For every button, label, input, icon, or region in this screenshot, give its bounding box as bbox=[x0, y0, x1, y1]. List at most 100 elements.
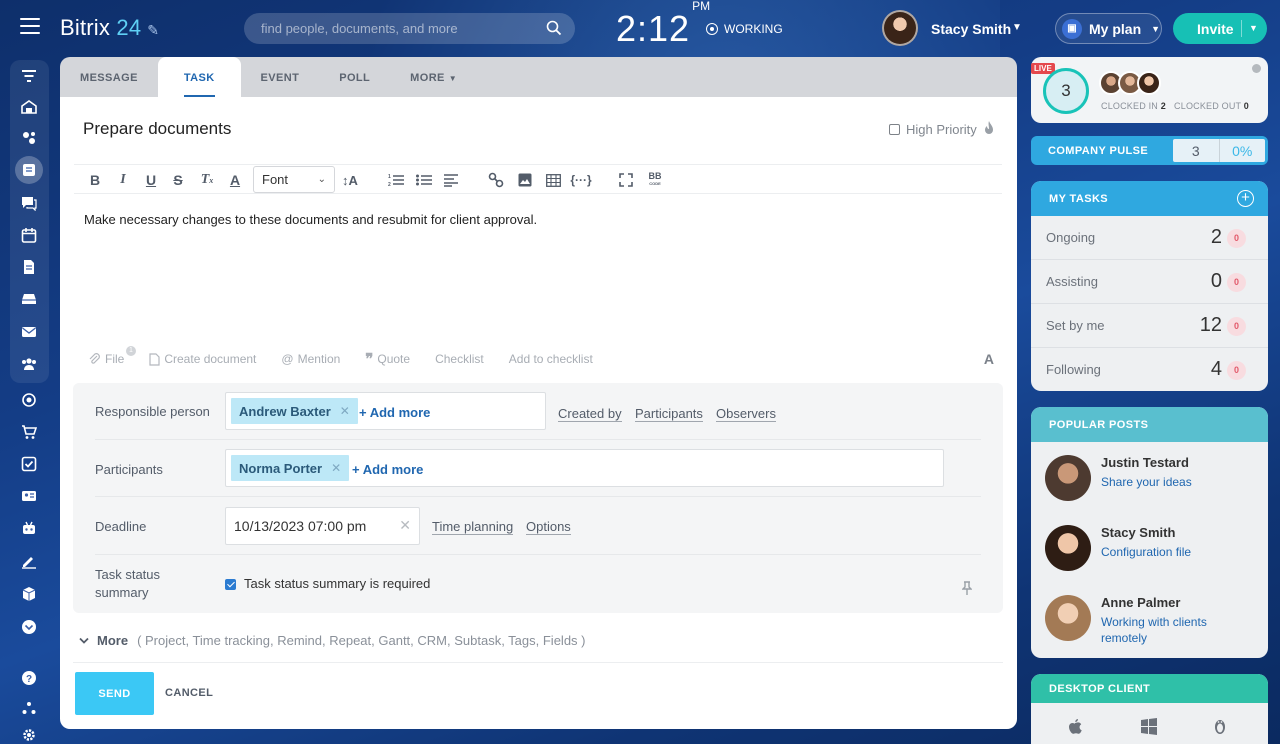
chevron-down-icon[interactable]: ▼ bbox=[1249, 23, 1258, 33]
align-icon[interactable] bbox=[443, 170, 461, 190]
image-icon[interactable] bbox=[516, 170, 534, 190]
nav-documents-icon[interactable] bbox=[19, 257, 39, 277]
employee-avatars[interactable] bbox=[1099, 71, 1161, 95]
text-color-icon[interactable]: A bbox=[228, 170, 242, 190]
strikethrough-icon[interactable]: S bbox=[171, 170, 185, 190]
user-name[interactable]: Stacy Smith bbox=[931, 21, 1011, 37]
nav-drive-icon[interactable] bbox=[19, 289, 39, 309]
high-priority-toggle[interactable]: High Priority bbox=[889, 121, 995, 138]
task-counter-row[interactable]: Assisting 0 0 bbox=[1031, 260, 1268, 304]
summary-checkbox-label[interactable]: Task status summary is required bbox=[244, 575, 430, 593]
deadline-input[interactable]: 10/13/2023 07:00 pm ✕ bbox=[225, 507, 420, 545]
font-size-icon[interactable]: ↕A bbox=[340, 170, 360, 190]
remove-icon[interactable]: ✕ bbox=[331, 461, 341, 475]
nav-robot-icon[interactable] bbox=[19, 518, 39, 538]
nav-goals-icon[interactable] bbox=[19, 390, 39, 410]
nav-feed-icon[interactable] bbox=[15, 156, 43, 184]
nav-tasks-icon[interactable] bbox=[19, 454, 39, 474]
created-by-link[interactable]: Created by bbox=[558, 406, 622, 422]
nav-inventory-icon[interactable] bbox=[19, 584, 39, 604]
bold-icon[interactable]: B bbox=[88, 170, 102, 190]
italic-icon[interactable]: I bbox=[116, 170, 130, 190]
nav-calendar-icon[interactable] bbox=[19, 225, 39, 245]
nav-mail-icon[interactable] bbox=[19, 322, 39, 342]
user-avatar[interactable] bbox=[882, 10, 918, 46]
task-counter-row[interactable]: Following 4 0 bbox=[1031, 348, 1268, 391]
summary-checkbox[interactable] bbox=[225, 579, 236, 590]
add-to-checklist-button[interactable]: Add to checklist bbox=[509, 352, 593, 366]
menu-icon[interactable] bbox=[20, 18, 40, 38]
nav-chat-icon[interactable] bbox=[19, 193, 39, 213]
pin-icon[interactable] bbox=[962, 581, 972, 595]
my-tasks-title[interactable]: MY TASKS bbox=[1049, 193, 1108, 205]
post-title-link[interactable]: Configuration file bbox=[1101, 544, 1241, 560]
table-icon[interactable] bbox=[544, 170, 562, 190]
nav-structure-icon[interactable] bbox=[19, 698, 39, 718]
observers-link[interactable]: Observers bbox=[716, 406, 776, 422]
bullet-list-icon[interactable] bbox=[415, 170, 433, 190]
create-document-button[interactable]: Create document bbox=[149, 352, 256, 366]
quote-button[interactable]: ❞ Quote bbox=[365, 350, 410, 368]
chevron-down-icon[interactable]: ▼ bbox=[1012, 22, 1022, 33]
responsible-tag[interactable]: Andrew Baxter ✕ bbox=[231, 398, 358, 424]
bbcode-icon[interactable]: BB CODE bbox=[645, 170, 665, 190]
participants-add-more[interactable]: + Add more bbox=[352, 462, 423, 477]
participants-tag[interactable]: Norma Porter ✕ bbox=[231, 455, 350, 481]
task-counter-row[interactable]: Ongoing 2 0 bbox=[1031, 216, 1268, 260]
code-icon[interactable]: {···} bbox=[570, 170, 592, 190]
responsible-field[interactable]: Andrew Baxter ✕ + Add more bbox=[225, 392, 546, 430]
formatting-toggle-icon[interactable]: A bbox=[984, 351, 994, 367]
clear-format-icon[interactable]: Tx bbox=[199, 170, 215, 190]
add-task-icon[interactable]: + bbox=[1237, 190, 1254, 207]
apple-icon[interactable] bbox=[1066, 717, 1084, 735]
numbered-list-icon[interactable]: 12 bbox=[387, 170, 405, 190]
search-icon[interactable] bbox=[546, 20, 562, 36]
logo[interactable]: Bitrix 24 ✎ bbox=[60, 15, 159, 41]
task-description[interactable]: Make necessary changes to these document… bbox=[84, 212, 537, 227]
nav-contacts-icon[interactable] bbox=[19, 486, 39, 506]
nav-groups-icon[interactable] bbox=[19, 354, 39, 374]
post-title-link[interactable]: Working with clients remotely bbox=[1101, 614, 1241, 646]
underline-icon[interactable]: U bbox=[144, 170, 158, 190]
my-plan-button[interactable]: ▣ My plan ▼ bbox=[1055, 13, 1162, 44]
font-select[interactable]: Font ⌄ bbox=[253, 166, 335, 193]
info-icon[interactable] bbox=[1252, 64, 1261, 73]
nav-home-icon[interactable] bbox=[19, 97, 39, 117]
tab-event[interactable]: EVENT bbox=[241, 57, 320, 97]
nav-more-icon[interactable] bbox=[19, 617, 39, 637]
link-icon[interactable] bbox=[487, 170, 505, 190]
clocked-counter[interactable]: 3 bbox=[1043, 68, 1089, 114]
search-input[interactable] bbox=[244, 13, 575, 44]
edit-pencil-icon[interactable]: ✎ bbox=[147, 22, 159, 38]
send-button[interactable]: SEND bbox=[75, 672, 154, 715]
nav-shop-icon[interactable] bbox=[19, 422, 39, 442]
company-pulse-widget[interactable]: COMPANY PULSE 3 0% bbox=[1031, 136, 1268, 165]
nav-help-icon[interactable]: ? bbox=[19, 668, 39, 688]
post-title-link[interactable]: Share your ideas bbox=[1101, 474, 1241, 490]
more-options[interactable]: More ( Project, Time tracking, Remind, R… bbox=[79, 633, 586, 648]
tab-more[interactable]: MORE ▼ bbox=[390, 57, 477, 97]
remove-icon[interactable]: ✕ bbox=[340, 404, 350, 418]
high-priority-checkbox[interactable] bbox=[889, 124, 900, 135]
tab-task[interactable]: TASK bbox=[157, 57, 241, 97]
time-tracking-widget[interactable]: LIVE 3 CLOCKED IN 2 CLOCKED OUT 0 bbox=[1031, 57, 1268, 123]
checklist-button[interactable]: Checklist bbox=[435, 352, 484, 366]
task-counter-row[interactable]: Set by me 12 0 bbox=[1031, 304, 1268, 348]
responsible-add-more[interactable]: + Add more bbox=[359, 405, 430, 420]
fullscreen-icon[interactable] bbox=[618, 170, 634, 190]
options-link[interactable]: Options bbox=[526, 519, 571, 535]
invite-button[interactable]: Invite ▼ bbox=[1173, 13, 1267, 44]
tab-poll[interactable]: POLL bbox=[319, 57, 390, 97]
time-planning-link[interactable]: Time planning bbox=[432, 519, 514, 535]
linux-icon[interactable] bbox=[1211, 717, 1229, 735]
cancel-button[interactable]: CANCEL bbox=[165, 687, 213, 699]
nav-sign-icon[interactable] bbox=[19, 551, 39, 571]
mention-button[interactable]: @ Mention bbox=[281, 352, 340, 366]
tab-message[interactable]: MESSAGE bbox=[60, 57, 158, 97]
clear-icon[interactable]: ✕ bbox=[399, 517, 411, 534]
nav-filter-icon[interactable] bbox=[19, 66, 39, 86]
nav-crm-icon[interactable] bbox=[19, 128, 39, 148]
work-status[interactable]: WORKING bbox=[706, 22, 783, 36]
participants-field[interactable]: Norma Porter ✕ + Add more bbox=[225, 449, 944, 487]
task-title-input[interactable]: Prepare documents bbox=[83, 119, 231, 139]
